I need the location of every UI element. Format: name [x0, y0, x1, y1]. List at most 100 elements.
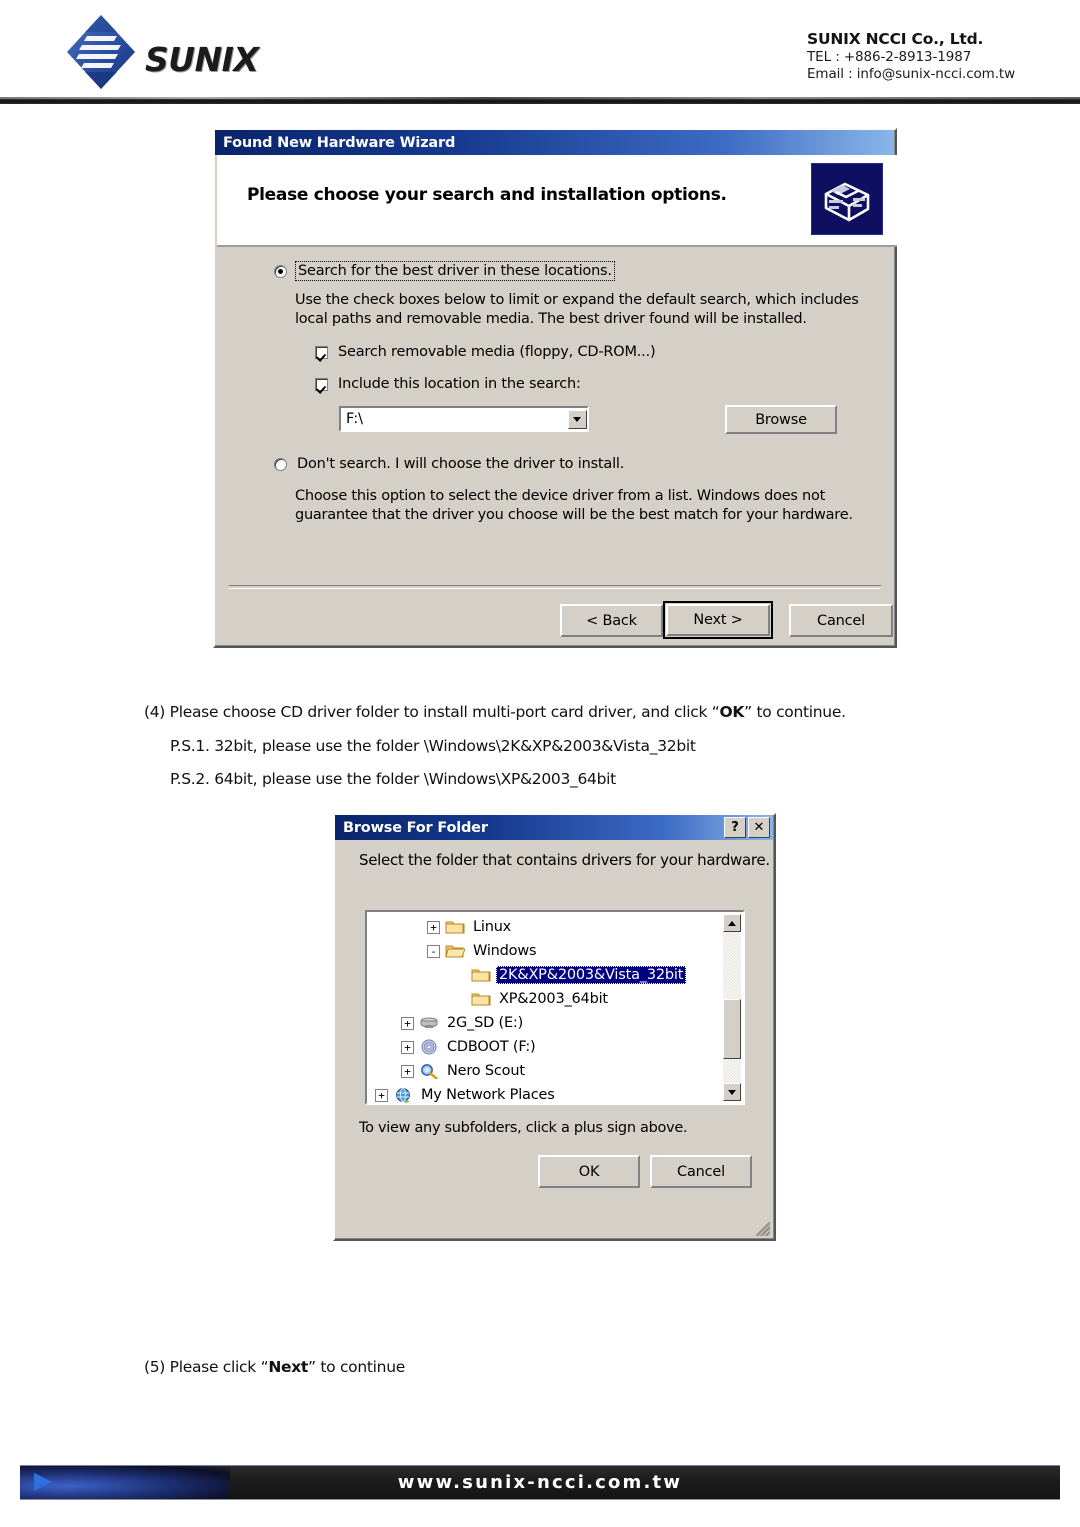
- tree-node-label: Linux: [473, 919, 512, 935]
- browse-for-folder-dialog[interactable]: Browse For Folder ? ✕ Select the folder …: [333, 813, 776, 1241]
- sunix-diamond-icon: [65, 14, 137, 90]
- checkbox-include-location[interactable]: Include this location in the search:: [315, 376, 581, 392]
- driver-install-icon: [811, 163, 883, 235]
- nero-scout-icon: [419, 1063, 439, 1080]
- resize-grip-icon[interactable]: [756, 1222, 770, 1236]
- wizard-banner: Please choose your search and installati…: [217, 155, 897, 247]
- browse-title: Browse For Folder: [343, 819, 488, 836]
- browse-prompt-text: Select the folder that contains drivers …: [359, 851, 770, 869]
- location-path-value: F:\: [346, 411, 363, 427]
- checkbox-search-removable-media-label: Search removable media (floppy, CD-ROM..…: [338, 344, 656, 360]
- triangle-up-icon: [728, 920, 736, 926]
- found-new-hardware-wizard-dialog[interactable]: Found New Hardware Wizard Please choose …: [213, 128, 897, 648]
- company-telephone: TEL : +886-2-8913-1987: [807, 49, 972, 65]
- tree-node[interactable]: + My Network Places: [367, 1083, 723, 1103]
- removable-disk-icon: [419, 1015, 439, 1031]
- collapse-node-icon[interactable]: -: [427, 944, 440, 958]
- radio-dont-search-indicator: [274, 457, 287, 471]
- folder-icon: [445, 919, 465, 935]
- sunix-wordmark: SUNIX: [145, 40, 259, 79]
- folder-icon: [471, 991, 491, 1007]
- browse-cancel-button[interactable]: Cancel: [650, 1155, 752, 1188]
- radio-dont-search-label: Don't search. I will choose the driver t…: [297, 456, 625, 472]
- browse-titlebar[interactable]: Browse For Folder ? ✕: [335, 815, 774, 840]
- company-contact-block: SUNIX NCCI Co., Ltd. TEL : +886-2-8913-1…: [807, 30, 1052, 83]
- tree-node-label: Nero Scout: [447, 1063, 525, 1079]
- close-button-label: ✕: [753, 820, 765, 835]
- dont-search-description-text: Choose this option to select the device …: [295, 488, 853, 523]
- cd-drive-icon: [419, 1039, 439, 1055]
- radio-search-best-driver[interactable]: Search for the best driver in these loca…: [274, 261, 615, 281]
- back-button-label: < Back: [586, 612, 637, 629]
- instruction-step-4-suffix: ” to continue.: [744, 703, 846, 721]
- browse-ok-button[interactable]: OK: [538, 1155, 640, 1188]
- instruction-step-4-bold: OK: [719, 703, 745, 721]
- browse-cancel-button-label: Cancel: [677, 1163, 725, 1180]
- checkbox-search-removable-media[interactable]: Search removable media (floppy, CD-ROM..…: [315, 344, 656, 360]
- tree-node[interactable]: XP&2003_64bit: [367, 987, 723, 1011]
- header-divider-highlight: [0, 97, 1080, 99]
- close-icon[interactable]: ✕: [748, 817, 770, 838]
- back-button[interactable]: < Back: [560, 604, 663, 637]
- instruction-step-5-prefix: (5) Please click “: [144, 1358, 269, 1376]
- radio-search-best-driver-label: Search for the best driver in these loca…: [298, 263, 612, 279]
- sunix-logo: SUNIX: [55, 12, 295, 90]
- instruction-ps2: P.S.2. 64bit, please use the folder \Win…: [170, 770, 616, 788]
- tree-node-label: CDBOOT (F:): [447, 1039, 536, 1055]
- location-path-combobox[interactable]: F:\: [339, 406, 589, 432]
- wizard-footer: < Back Next > Cancel: [217, 590, 897, 650]
- browse-button[interactable]: Browse: [725, 405, 837, 434]
- browse-button-label: Browse: [755, 411, 807, 428]
- company-name: SUNIX NCCI Co., Ltd.: [807, 30, 984, 48]
- tree-node[interactable]: - Windows: [367, 939, 723, 963]
- cancel-button[interactable]: Cancel: [789, 604, 893, 637]
- expand-node-icon[interactable]: +: [401, 1040, 414, 1054]
- expand-node-icon[interactable]: +: [427, 920, 440, 934]
- help-button-label: ?: [731, 820, 739, 835]
- expand-node-icon[interactable]: +: [401, 1064, 414, 1078]
- radio-dont-search[interactable]: Don't search. I will choose the driver t…: [274, 456, 624, 472]
- help-icon[interactable]: ?: [724, 817, 746, 838]
- checkbox-search-removable-media-indicator: [315, 345, 328, 359]
- scrollbar-thumb[interactable]: [723, 999, 741, 1059]
- network-icon: [393, 1087, 413, 1103]
- tree-node[interactable]: +2G_SD (E:): [367, 1011, 723, 1035]
- triangle-down-icon: [728, 1089, 736, 1095]
- scroll-up-button[interactable]: [723, 914, 741, 932]
- browse-hint-text: To view any subfolders, click a plus sig…: [359, 1120, 688, 1136]
- tree-vertical-scrollbar[interactable]: [723, 914, 741, 1101]
- tree-node[interactable]: 2K&XP&2003&Vista_32bit: [367, 963, 723, 987]
- tree-node-label: XP&2003_64bit: [499, 991, 608, 1007]
- tree-node-label: Windows: [473, 943, 537, 959]
- instruction-step-5-suffix: ” to continue: [308, 1358, 405, 1376]
- tree-node-label: My Network Places: [421, 1087, 555, 1103]
- radio-search-best-driver-indicator: [274, 264, 287, 278]
- page-footer: www.sunix-ncci.com.tw: [20, 1465, 1060, 1500]
- tree-node[interactable]: + CDBOOT (F:): [367, 1035, 723, 1059]
- folder-icon: [471, 967, 491, 983]
- next-button[interactable]: Next >: [663, 601, 773, 639]
- instruction-step-4: (4) Please choose CD driver folder to in…: [144, 703, 846, 721]
- folder-tree-list: + Linux - Windows 2K&XP&2003&Vista_32bit XP&2…: [367, 912, 723, 1103]
- instruction-step-5: (5) Please click “Next” to continue: [144, 1358, 405, 1376]
- instruction-ps1: P.S.1. 32bit, please use the folder \Win…: [170, 737, 696, 755]
- scroll-down-button[interactable]: [723, 1083, 741, 1101]
- chevron-down-icon: [573, 416, 581, 422]
- tree-node-label: 2G_SD (E:): [447, 1015, 524, 1031]
- expand-node-icon[interactable]: +: [401, 1016, 414, 1030]
- tree-node[interactable]: + Linux: [367, 915, 723, 939]
- wizard-title: Found New Hardware Wizard: [223, 134, 456, 151]
- browse-ok-button-label: OK: [578, 1163, 600, 1180]
- instruction-step-5-bold: Next: [268, 1358, 309, 1376]
- expand-node-icon[interactable]: +: [375, 1088, 388, 1102]
- folder-tree-view[interactable]: + Linux - Windows 2K&XP&2003&Vista_32bit XP&2…: [365, 910, 745, 1105]
- wizard-titlebar[interactable]: Found New Hardware Wizard: [215, 130, 895, 155]
- tree-node[interactable]: + Nero Scout: [367, 1059, 723, 1083]
- instruction-step-4-prefix: (4) Please choose CD driver folder to in…: [144, 703, 720, 721]
- company-email: Email : info@sunix-ncci.com.tw: [807, 66, 1016, 82]
- search-description-text: Use the check boxes below to limit or ex…: [295, 292, 859, 327]
- tree-node-label: 2K&XP&2003&Vista_32bit: [496, 966, 687, 984]
- location-path-dropdown-button[interactable]: [567, 409, 587, 429]
